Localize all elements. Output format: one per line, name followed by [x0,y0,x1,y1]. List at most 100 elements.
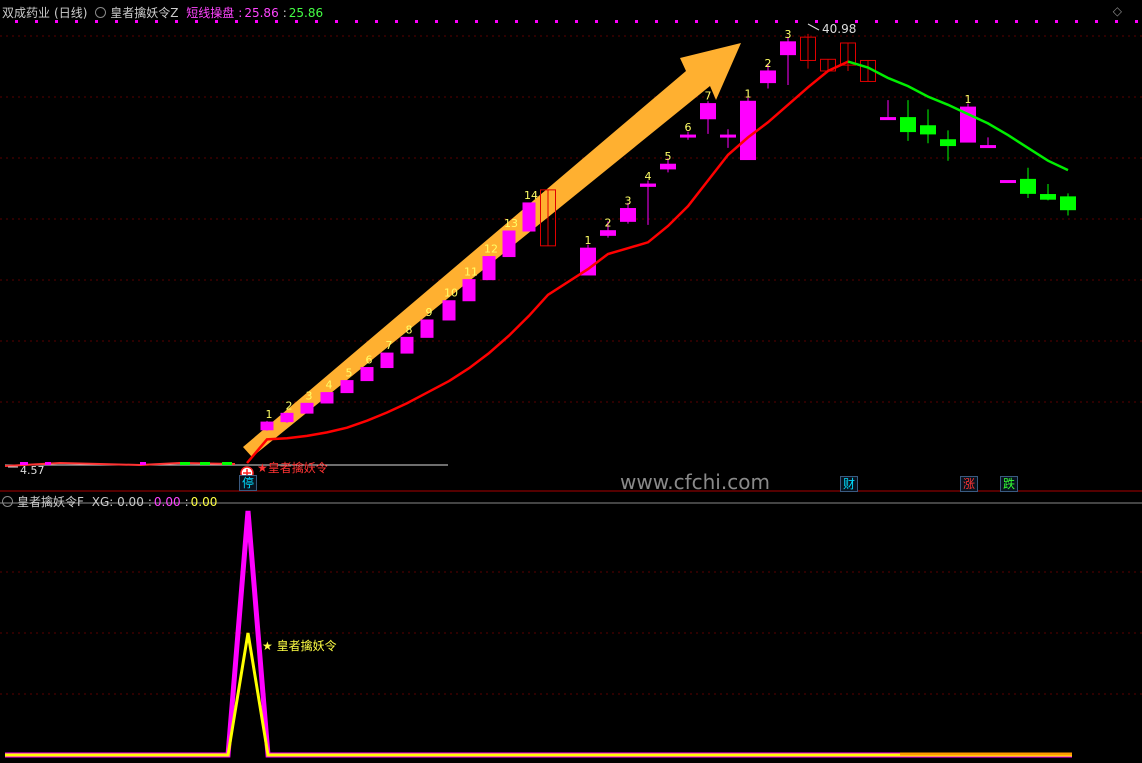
candle-body [740,100,756,161]
candle-count-label: 11 [464,266,478,279]
ma-line-up [246,60,849,464]
candle-count-label: 12 [484,243,498,256]
sub-signal-label: ★ 皇者擒妖令 [262,638,337,653]
early-candle [45,462,51,465]
candle-body [900,117,916,133]
signal-dot [415,20,418,23]
signal-dot [595,20,598,23]
signal-dot [575,20,578,23]
signal-dot [895,20,898,23]
signal-dot [935,20,938,23]
candle-body [320,392,334,404]
candle-body [482,256,496,281]
expand-diamond-icon[interactable]: ◇ [1113,4,1122,18]
xg-value: XG: 0.00 [91,495,144,509]
sub-value-3: 0.00 [190,495,218,509]
signal-dot [1075,20,1078,23]
candle-count-label: 2 [765,57,772,70]
candle-count-label: 4 [645,170,652,183]
signal-dot [535,20,538,23]
signal-dot [775,20,778,23]
signal-dot [615,20,618,23]
signal-dot [1115,20,1118,23]
signal-dot [915,20,918,23]
low-price-label: 4.57 [20,464,45,477]
candle-body [300,402,314,414]
candle-body [580,247,596,276]
signal-dot [635,20,638,23]
early-candle [222,462,232,465]
signal-dot [655,20,658,23]
high-price-label: 40.98 [822,22,856,36]
candle-count-label: 1 [266,408,273,421]
candle-body [280,412,294,423]
candle-body [442,300,456,321]
signal-dot [1035,20,1038,23]
candle-body [640,183,656,187]
candle-body [340,380,354,394]
sub-value-2: 0.00 [153,495,181,509]
short-op-label: 短线操盘 [186,6,235,20]
candle-count-label: 9 [426,306,433,319]
candle-count-label: 4 [326,379,333,392]
indicator-z-name[interactable]: 皇者擒妖令Z [110,6,178,20]
candle-body [522,202,536,232]
signal-dot [495,20,498,23]
signal-dot [735,20,738,23]
signal-dot [1135,20,1138,23]
sub-series-magenta [5,510,1072,758]
signal-dot [795,20,798,23]
indicator-f-name[interactable]: 皇者擒妖令F [17,495,84,509]
signal-dot [375,20,378,23]
signal-dot [355,20,358,23]
candle-count-label: 2 [605,217,612,230]
signal-dot [515,20,518,23]
halt-badge: 停 [239,475,258,491]
signal-dot [455,20,458,23]
candle-body [1040,194,1056,200]
signal-dot [1055,20,1058,23]
candle-body [700,103,716,120]
candle-body [360,367,374,382]
candle-body [1020,178,1036,194]
candle-count-label: 6 [685,121,692,134]
signal-dot [395,20,398,23]
signal-dot [475,20,478,23]
candle-count-label: 1 [585,234,592,247]
candle-count-label: 5 [665,150,672,163]
short-op-value-2: 25.86 [288,6,324,20]
candle-body [1000,180,1016,184]
main-header: 双成药业 (日线) 皇者擒妖令Z 短线操盘:25.86:25.86 [2,6,324,20]
candle-body [720,134,736,138]
candle-body [940,139,956,147]
signal-dot [435,20,438,23]
candle-count-label: 7 [386,339,393,352]
candle-body [502,230,516,258]
early-candle [140,462,146,465]
candle-count-label: 1 [745,87,752,100]
candle-body [462,279,476,302]
signal-dot [335,20,338,23]
sub-indicator-settings-icon[interactable] [2,496,13,507]
candle-count-label: 8 [406,323,413,336]
candle-count-label: 14 [524,189,538,202]
chart-stage: 1 2 3 4 5 6 7 8 9 10 11 12 13 14 1 2 3 4 5 6 7 1 2 3 1 40.98 4.57 ★… [0,0,1142,763]
signal-dot [815,20,818,23]
candle-count-label: 5 [346,367,353,380]
indicator-settings-icon[interactable] [95,7,107,18]
candle-body [920,125,936,135]
rise-badge: 涨 [960,476,979,492]
candle-body [620,208,636,222]
candle-body [1060,196,1076,211]
candle-body [680,134,696,138]
early-candle [200,462,210,465]
candle-body [760,70,776,84]
candle-count-label: 13 [504,217,518,230]
signal-dot [755,20,758,23]
sub-header: 皇者擒妖令F XG: 0.00:0.00:0.00 [2,493,221,510]
signal-label: ★皇者擒妖令 [257,460,328,475]
candle-body [600,230,616,236]
candle-body [660,163,676,170]
finance-badge: 财 [840,476,859,492]
candle-count-label: 10 [444,287,458,300]
